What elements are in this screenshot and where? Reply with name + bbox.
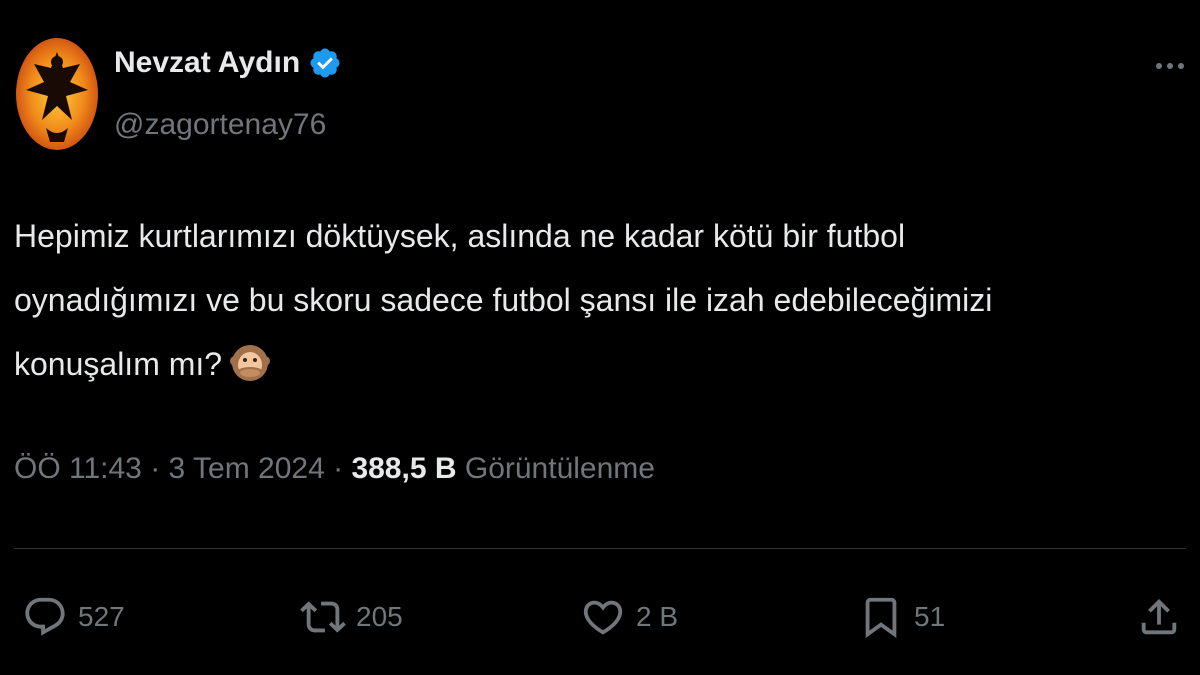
reply-button[interactable]: 527 xyxy=(22,592,125,642)
meta-separator: · xyxy=(141,452,169,485)
more-options-icon[interactable] xyxy=(1150,54,1190,78)
heart-icon xyxy=(583,600,623,635)
repost-count: 205 xyxy=(356,601,403,632)
share-button[interactable] xyxy=(1136,592,1182,642)
tweet-text-line: Hepimiz kurtlarımızı döktüysek, aslında … xyxy=(14,218,906,254)
divider xyxy=(14,548,1186,549)
meta-separator: · xyxy=(324,452,352,485)
views-label: Görüntülenme xyxy=(464,452,655,485)
tweet-meta: ÖÖ 11:43 · 3 Tem 2024 · 388,5 B Görüntül… xyxy=(14,452,655,486)
reply-icon xyxy=(25,597,65,636)
like-button[interactable]: 2 B xyxy=(580,592,678,642)
views-count: 388,5 B xyxy=(351,452,457,485)
tweet-time[interactable]: ÖÖ 11:43 xyxy=(14,452,142,485)
tweet-text-line-content: konuşalım mı? xyxy=(14,346,223,382)
tweet-text-line: oynadığımızı ve bu skoru sadece futbol ş… xyxy=(14,282,993,318)
bookmark-count: 51 xyxy=(914,601,946,632)
author-name-row[interactable]: Nevzat Aydın xyxy=(114,46,342,80)
tweet-date[interactable]: 3 Tem 2024 xyxy=(169,452,325,485)
bookmark-button[interactable]: 51 xyxy=(858,592,945,642)
reply-count: 527 xyxy=(78,601,125,632)
share-icon xyxy=(1141,598,1177,635)
verified-badge-icon[interactable] xyxy=(308,46,342,80)
phoenix-emblem-icon xyxy=(16,38,98,150)
tweet-text: Hepimiz kurtlarımızı döktüysek, aslında … xyxy=(14,204,1184,396)
author-display-name[interactable]: Nevzat Aydın xyxy=(114,46,300,80)
like-count: 2 B xyxy=(636,601,679,632)
tweet-text-line-last: konuşalım mı? xyxy=(14,332,1184,396)
repost-button[interactable]: 205 xyxy=(300,592,403,642)
avatar[interactable] xyxy=(16,38,98,150)
author-handle[interactable]: @zagortenay76 xyxy=(114,108,326,142)
speak-no-evil-monkey-icon xyxy=(230,345,271,381)
repost-icon xyxy=(300,601,346,633)
bookmark-icon xyxy=(865,597,897,638)
